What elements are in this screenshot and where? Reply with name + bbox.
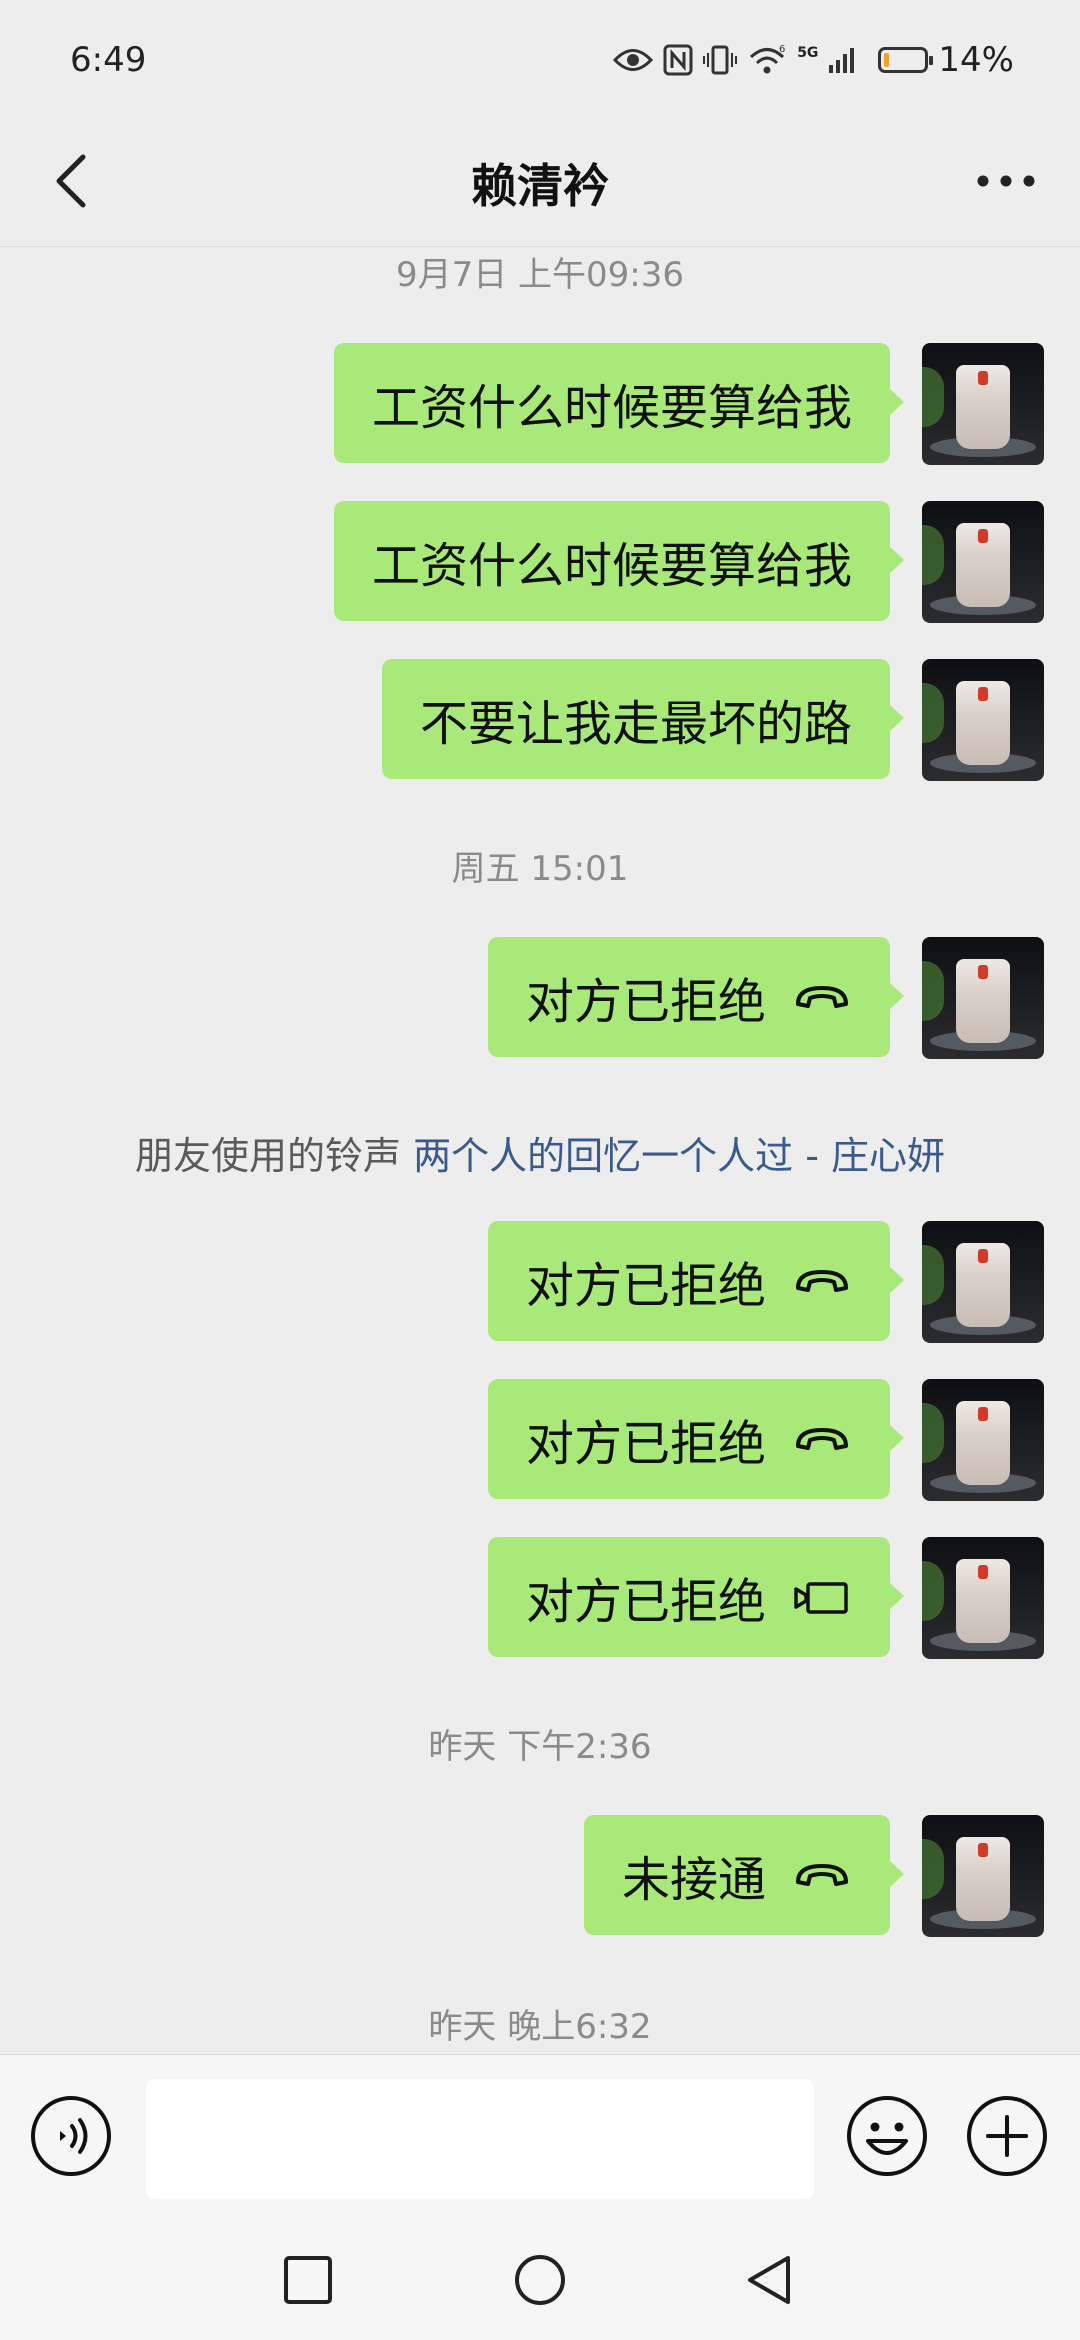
back-button[interactable] <box>36 146 106 216</box>
vibrate-icon <box>703 45 738 75</box>
message-text: 工资什么时候要算给我 <box>371 538 852 594</box>
message-text: 未接通 <box>621 1852 766 1908</box>
more-horizontal-icon <box>977 175 1035 187</box>
message-row: 未接通 <box>583 1815 1044 1937</box>
timestamp: 昨天 晚上6:32 <box>428 2007 652 2047</box>
message-row: 工资什么时候要算给我 <box>333 343 1044 465</box>
home-icon <box>515 2255 565 2305</box>
status-time: 6:49 <box>70 40 147 80</box>
message-list[interactable]: 9月7日 上午09:36 工资什么时候要算给我 工资什么时候要算给我 不要让我走… <box>0 247 1080 2054</box>
plus-button[interactable] <box>966 2095 1048 2177</box>
avatar[interactable] <box>922 1221 1044 1343</box>
message-bubble[interactable]: 不要让我走最坏的路 <box>381 659 905 779</box>
message-text: 对方已拒绝 <box>525 1574 766 1630</box>
avatar[interactable] <box>922 343 1044 465</box>
message-bubble[interactable]: 工资什么时候要算给我 <box>333 343 905 463</box>
message-row: 不要让我走最坏的路 <box>381 659 1044 781</box>
video-call-icon <box>792 1577 852 1617</box>
avatar[interactable] <box>922 1815 1044 1937</box>
avatar[interactable] <box>922 1537 1044 1659</box>
plus-icon <box>967 2096 1047 2176</box>
signal-icon <box>829 48 855 73</box>
nfc-icon <box>663 44 693 76</box>
phone-hangup-icon <box>792 1860 852 1890</box>
eye-icon <box>613 49 654 71</box>
status-icons: 6 5G 14% <box>613 40 1014 80</box>
svg-text:6: 6 <box>779 44 785 55</box>
input-bar <box>0 2054 1080 2213</box>
avatar[interactable] <box>922 937 1044 1059</box>
message-row: 对方已拒绝 <box>487 937 1044 1059</box>
battery-fill <box>884 53 890 67</box>
voice-button[interactable] <box>30 2095 112 2177</box>
chat-header: 赖清衿 <box>0 120 1080 247</box>
message-text: 对方已拒绝 <box>525 974 766 1030</box>
call-bubble[interactable]: 对方已拒绝 <box>487 1379 905 1499</box>
message-row: 对方已拒绝 <box>487 1221 1044 1343</box>
message-text: 不要让我走最坏的路 <box>419 696 852 752</box>
status-bar: 6:49 6 5G 14% <box>0 0 1080 120</box>
emoji-icon <box>847 2096 927 2176</box>
battery-icon <box>878 47 934 73</box>
ringtone-song-link[interactable]: 两个人的回忆一个人过 - 庄心妍 <box>413 1134 945 1178</box>
home-button[interactable] <box>510 2250 570 2310</box>
phone-hangup-icon <box>792 982 852 1012</box>
message-bubble[interactable]: 工资什么时候要算给我 <box>333 501 905 621</box>
timestamp: 周五 15:01 <box>451 849 629 889</box>
avatar[interactable] <box>922 1379 1044 1501</box>
call-bubble[interactable]: 对方已拒绝 <box>487 1537 905 1657</box>
phone-hangup-icon <box>792 1424 852 1454</box>
message-text: 工资什么时候要算给我 <box>371 380 852 436</box>
wifi-icon: 6 <box>750 44 786 74</box>
chat-title: 赖清衿 <box>471 159 609 213</box>
battery-percent: 14% <box>938 40 1014 80</box>
message-row: 对方已拒绝 <box>487 1537 1044 1659</box>
back-triangle-icon <box>748 2256 790 2304</box>
ringtone-prefix: 朋友使用的铃声 <box>135 1134 402 1178</box>
ringtone-notice: 朋友使用的铃声 两个人的回忆一个人过 - 庄心妍 <box>0 1125 1080 1180</box>
call-bubble[interactable]: 对方已拒绝 <box>487 937 905 1057</box>
message-text: 对方已拒绝 <box>525 1258 766 1314</box>
message-text: 对方已拒绝 <box>525 1416 766 1472</box>
network-type: 5G <box>797 45 819 61</box>
emoji-button[interactable] <box>846 2095 928 2177</box>
voice-icon <box>31 2096 111 2176</box>
message-input[interactable] <box>146 2079 814 2199</box>
phone-hangup-icon <box>792 1266 852 1296</box>
message-row: 对方已拒绝 <box>487 1379 1044 1501</box>
timestamp: 昨天 下午2:36 <box>428 1727 652 1767</box>
system-nav-bar <box>0 2212 1080 2340</box>
avatar[interactable] <box>922 501 1044 623</box>
call-bubble[interactable]: 未接通 <box>583 1815 905 1935</box>
more-button[interactable] <box>966 146 1046 216</box>
message-row: 工资什么时候要算给我 <box>333 501 1044 623</box>
back-nav-button[interactable] <box>740 2250 800 2310</box>
timestamp: 9月7日 上午09:36 <box>395 255 685 295</box>
recent-apps-icon <box>284 2256 332 2304</box>
call-bubble[interactable]: 对方已拒绝 <box>487 1221 905 1341</box>
avatar[interactable] <box>922 659 1044 781</box>
recent-apps-button[interactable] <box>278 2250 338 2310</box>
chevron-left-icon <box>56 154 86 208</box>
